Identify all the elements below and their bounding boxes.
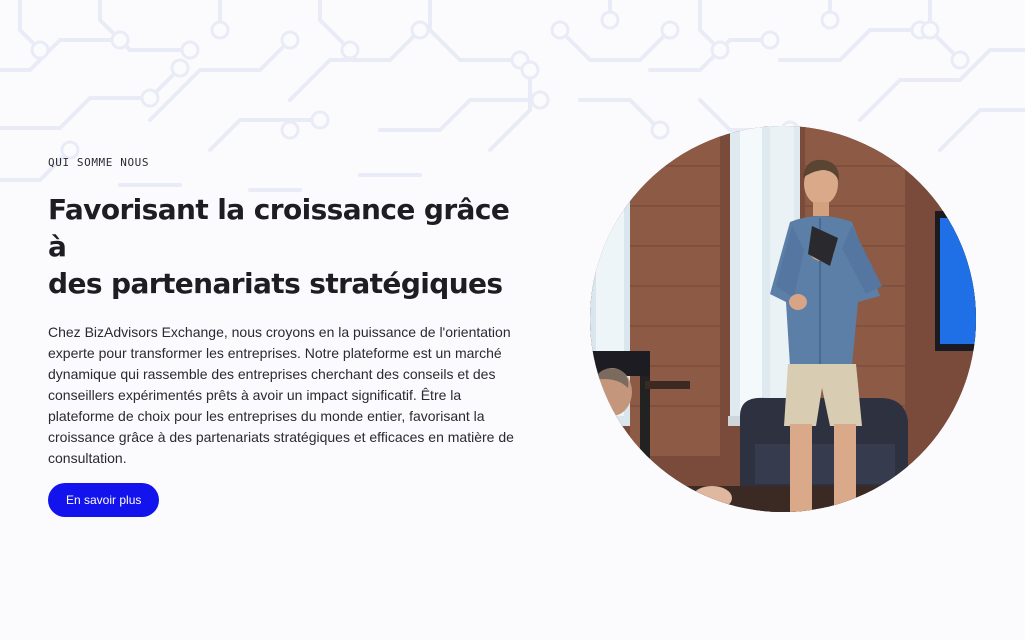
headline-line-1: Favorisant la croissance grâce à (48, 193, 510, 263)
section-eyebrow: QUI SOMME NOUS (48, 156, 150, 169)
speaker-photo (590, 126, 976, 512)
section-headline: Favorisant la croissance grâce à des par… (48, 191, 528, 302)
about-section: QUI SOMME NOUS Favorisant la croissance … (48, 156, 528, 517)
speaker-photo-illustration (590, 126, 976, 512)
section-description: Chez BizAdvisors Exchange, nous croyons … (48, 324, 514, 466)
learn-more-button[interactable]: En savoir plus (48, 483, 160, 517)
headline-line-2: des partenariats stratégiques (48, 267, 503, 300)
